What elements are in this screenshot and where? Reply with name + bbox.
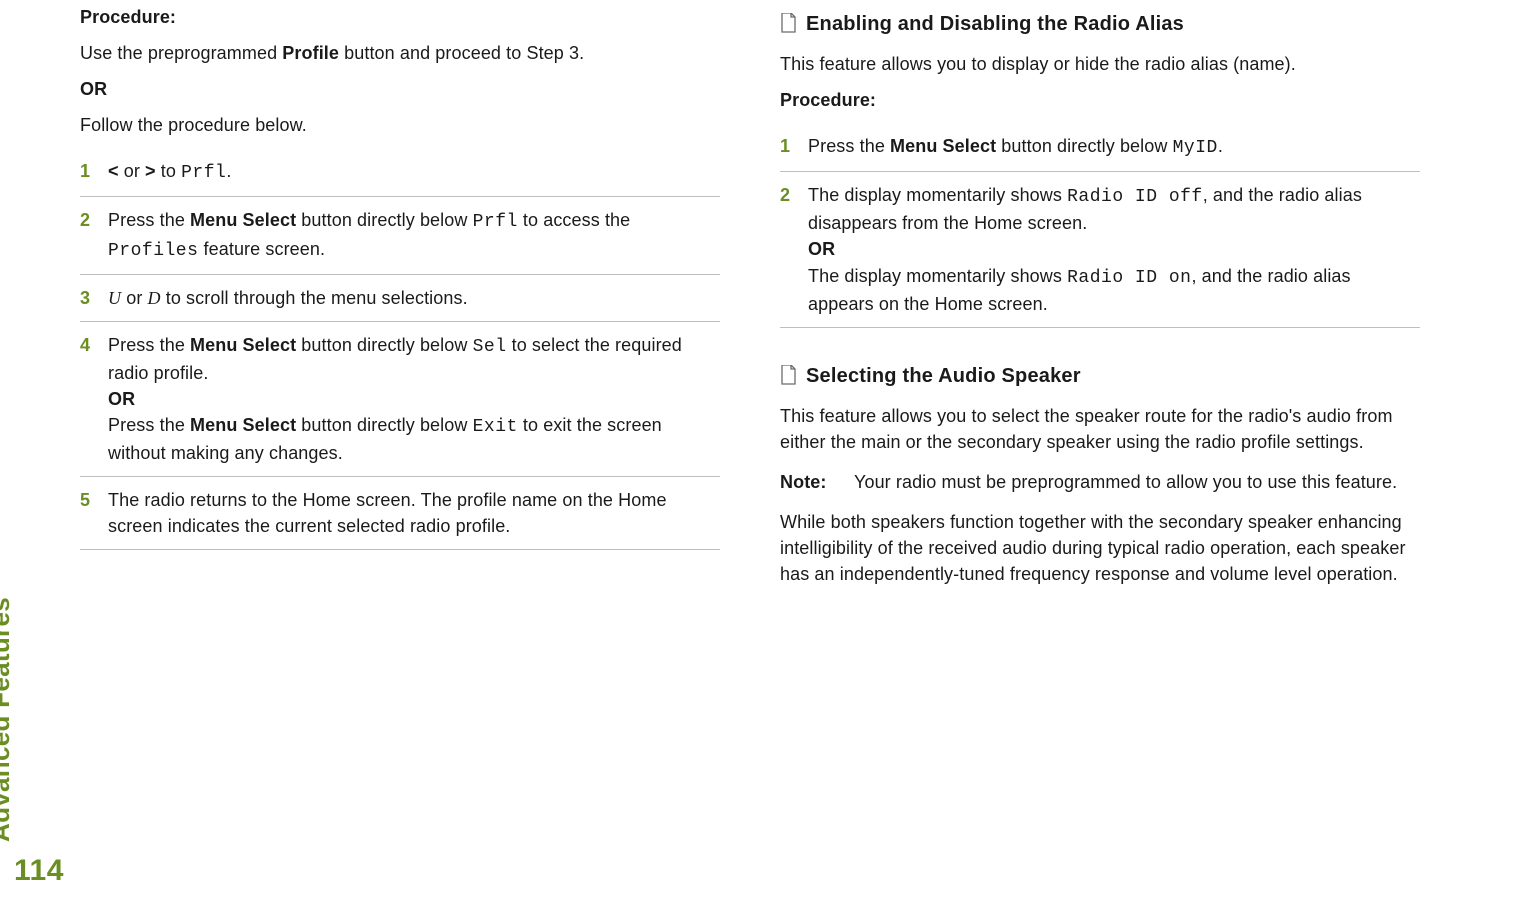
text: Press the	[108, 415, 190, 435]
step-row: 2 The display momentarily shows Radio ID…	[780, 172, 1420, 327]
document-icon	[780, 365, 796, 385]
step-body: < or > to Prfl.	[108, 158, 720, 186]
text: feature screen.	[198, 239, 325, 259]
text: to access the	[518, 210, 630, 230]
menu-code: Radio ID on	[1067, 268, 1191, 288]
text: The display momentarily shows	[808, 266, 1067, 286]
menu-select: Menu Select	[190, 210, 296, 230]
text: .	[1218, 136, 1223, 156]
step-body: U or D to scroll through the menu select…	[108, 285, 720, 311]
step-number: 3	[80, 285, 94, 311]
step-body: Press the Menu Select button directly be…	[108, 207, 720, 263]
text: or	[121, 288, 147, 308]
section-title: Enabling and Disabling the Radio Alias	[806, 10, 1184, 39]
procedure-label: Procedure:	[780, 87, 1420, 113]
intro-line-2: Follow the procedure below.	[80, 112, 720, 138]
note-row: Note: Your radio must be preprogrammed t…	[780, 469, 1420, 495]
step-row: 1 Press the Menu Select button directly …	[780, 123, 1420, 172]
right-arrow-icon: >	[140, 161, 161, 181]
menu-select: Menu Select	[890, 136, 996, 156]
menu-code: Prfl	[181, 163, 226, 183]
step-body: The display momentarily shows Radio ID o…	[808, 182, 1420, 316]
text: The display momentarily shows	[808, 185, 1067, 205]
text: or	[124, 161, 140, 181]
or-label: OR	[808, 236, 1420, 262]
step-number: 1	[780, 133, 794, 161]
section-title: Selecting the Audio Speaker	[806, 362, 1081, 391]
document-icon	[780, 13, 796, 33]
step-row: 3 U or D to scroll through the menu sele…	[80, 275, 720, 322]
step-number: 5	[80, 487, 94, 539]
menu-select: Menu Select	[190, 415, 296, 435]
menu-select: Menu Select	[190, 335, 296, 355]
right-column: Enabling and Disabling the Radio Alias T…	[780, 0, 1420, 597]
step-number: 2	[780, 182, 794, 316]
step-body: Press the Menu Select button directly be…	[108, 332, 720, 466]
paragraph: While both speakers function together wi…	[780, 509, 1420, 587]
step-number: 4	[80, 332, 94, 466]
text: to scroll through the menu selections.	[161, 288, 468, 308]
down-key-icon: D	[148, 288, 161, 308]
side-section-label: Advanced Features	[0, 597, 16, 842]
text: Press the	[808, 136, 890, 156]
menu-code: Prfl	[473, 212, 518, 232]
left-column: Procedure: Use the preprogrammed Profile…	[80, 0, 720, 597]
section-header: Enabling and Disabling the Radio Alias	[780, 10, 1420, 39]
menu-code: Sel	[473, 337, 507, 357]
step-row: 5 The radio returns to the Home screen. …	[80, 477, 720, 550]
note-label: Note:	[780, 469, 836, 495]
text: button directly below	[296, 335, 472, 355]
text: Press the	[108, 335, 190, 355]
up-key-icon: U	[108, 288, 121, 308]
section-header: Selecting the Audio Speaker	[780, 362, 1420, 391]
text: Press the	[108, 210, 190, 230]
step-row: 2 Press the Menu Select button directly …	[80, 197, 720, 274]
text: .	[226, 161, 231, 181]
menu-code: Radio ID off	[1067, 187, 1203, 207]
step-body: Press the Menu Select button directly be…	[808, 133, 1420, 161]
text: button directly below	[296, 415, 472, 435]
menu-code: Profiles	[108, 241, 198, 261]
step-number: 2	[80, 207, 94, 263]
text: button directly below	[296, 210, 472, 230]
step-body: The radio returns to the Home screen. Th…	[108, 487, 720, 539]
text: button directly below	[996, 136, 1172, 156]
text: button and proceed to Step 3.	[339, 43, 584, 63]
or-label: OR	[80, 76, 720, 102]
menu-code: MyID	[1173, 138, 1218, 158]
step-row: 1 < or > to Prfl.	[80, 148, 720, 197]
text: to	[161, 161, 181, 181]
menu-code: Exit	[473, 417, 518, 437]
step-number: 1	[80, 158, 94, 186]
page-number: 114	[14, 854, 64, 888]
procedure-label: Procedure:	[80, 4, 720, 30]
profile-word: Profile	[282, 43, 339, 63]
section-intro: This feature allows you to select the sp…	[780, 403, 1420, 455]
note-body: Your radio must be preprogrammed to allo…	[854, 469, 1420, 495]
intro-line-1: Use the preprogrammed Profile button and…	[80, 40, 720, 66]
or-label: OR	[108, 386, 720, 412]
left-arrow-icon: <	[108, 161, 124, 181]
text: Use the preprogrammed	[80, 43, 282, 63]
section-intro: This feature allows you to display or hi…	[780, 51, 1420, 77]
step-row: 4 Press the Menu Select button directly …	[80, 322, 720, 477]
